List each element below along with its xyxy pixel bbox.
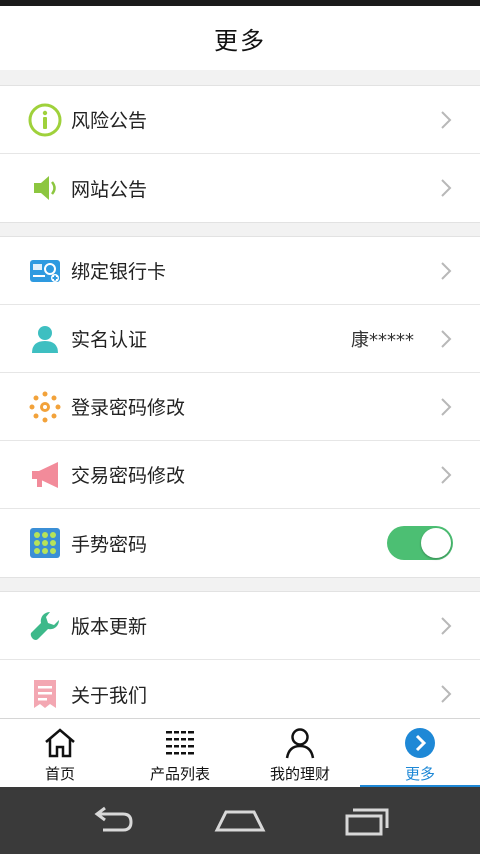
tab-label: 产品列表 <box>149 765 210 783</box>
recents-icon[interactable] <box>339 801 395 841</box>
menu-item-gesture-password: 手势密码 <box>0 509 480 577</box>
menu-item-label: 网站公告 <box>71 178 148 201</box>
menu-item-label: 登录密码修改 <box>71 397 186 419</box>
speaker-icon <box>28 171 62 205</box>
header: 更多 <box>0 6 480 70</box>
menu-item-label: 绑定银行卡 <box>71 261 167 283</box>
chevron-right-icon <box>441 617 452 635</box>
menu-item-version-update[interactable]: 版本更新 <box>0 592 480 660</box>
tab-my-finance[interactable]: 我的理财 <box>240 719 360 788</box>
gesture-password-toggle[interactable] <box>387 526 453 560</box>
menu-item-label: 手势密码 <box>71 533 148 556</box>
person-icon <box>28 322 62 356</box>
bank-card-icon <box>28 254 62 288</box>
list-icon <box>163 727 197 759</box>
menu-item-real-name-auth[interactable]: 实名认证 康***** <box>0 305 480 373</box>
toggle-knob <box>421 528 451 558</box>
chevron-right-icon <box>441 398 452 416</box>
chevron-right-icon <box>441 330 452 348</box>
back-icon[interactable] <box>85 801 141 841</box>
tab-home[interactable]: 首页 <box>0 719 120 788</box>
menu-item-login-password[interactable]: 登录密码修改 <box>0 373 480 441</box>
info-icon <box>28 103 62 137</box>
sun-gear-icon <box>28 390 62 424</box>
bottom-tab-bar: 首页 产品列表 我的理财 更多 <box>0 718 480 788</box>
menu-item-label: 实名认证 <box>71 329 148 351</box>
tab-label: 我的理财 <box>269 765 330 783</box>
megaphone-icon <box>28 458 62 492</box>
chevron-right-icon <box>441 466 452 484</box>
user-icon <box>283 727 317 759</box>
menu-item-site-notice[interactable]: 网站公告 <box>0 154 480 222</box>
chevron-right-icon <box>441 111 452 129</box>
home-icon <box>43 727 77 759</box>
chevron-right-icon <box>441 179 452 197</box>
page-title: 更多 <box>214 26 266 55</box>
menu-item-label: 版本更新 <box>71 616 148 638</box>
chevron-right-icon <box>441 685 452 703</box>
tab-product-list[interactable]: 产品列表 <box>120 719 240 788</box>
group-account: 绑定银行卡 实名认证 康***** 登录密码修改 交易密码修改 手势密码 <box>0 236 480 578</box>
more-icon <box>403 727 437 759</box>
menu-item-trade-password[interactable]: 交易密码修改 <box>0 441 480 509</box>
tab-label: 首页 <box>44 765 75 783</box>
system-navigation-bar <box>0 787 480 854</box>
home-icon[interactable] <box>212 801 268 841</box>
menu-item-label: 关于我们 <box>71 684 148 707</box>
wrench-icon <box>28 609 62 643</box>
group-announcements: 风险公告 网站公告 <box>0 85 480 223</box>
document-icon <box>28 677 62 711</box>
menu-item-label: 交易密码修改 <box>71 465 186 487</box>
menu-item-bind-bank-card[interactable]: 绑定银行卡 <box>0 237 480 305</box>
tab-label: 更多 <box>404 765 435 783</box>
menu-item-risk-notice[interactable]: 风险公告 <box>0 86 480 154</box>
verified-name-value: 康***** <box>351 329 414 351</box>
gesture-grid-icon <box>28 526 62 560</box>
tab-more[interactable]: 更多 <box>360 719 480 788</box>
chevron-right-icon <box>441 262 452 280</box>
menu-item-label: 风险公告 <box>71 110 148 132</box>
group-app: 版本更新 关于我们 <box>0 591 480 729</box>
